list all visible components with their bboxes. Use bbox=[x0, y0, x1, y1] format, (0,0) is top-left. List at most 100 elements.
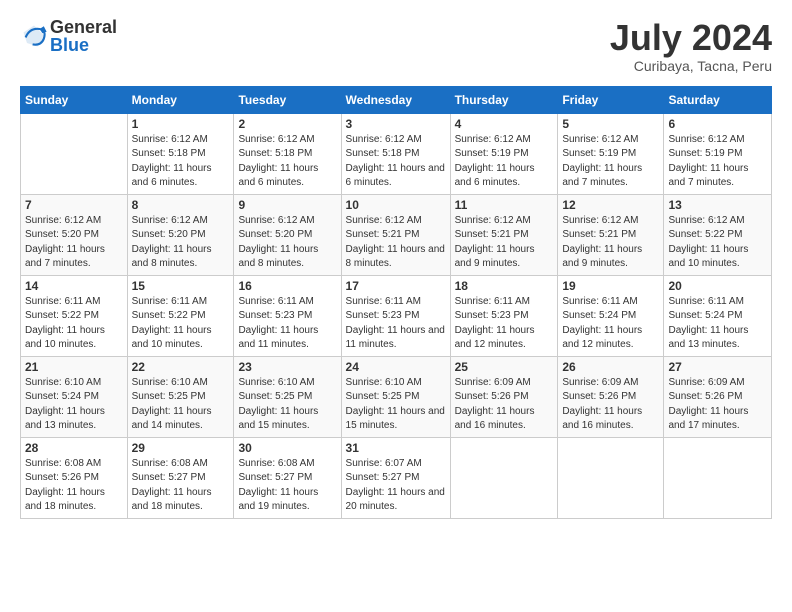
day-info: Sunrise: 6:08 AMSunset: 5:27 PMDaylight:… bbox=[238, 457, 336, 515]
day-number: 16 bbox=[238, 279, 336, 293]
day-info: Sunrise: 6:11 AMSunset: 5:23 PMDaylight:… bbox=[238, 295, 336, 353]
day-number: 3 bbox=[346, 117, 446, 131]
calendar-table: Sunday Monday Tuesday Wednesday Thursday… bbox=[20, 86, 772, 519]
day-number: 8 bbox=[132, 198, 230, 212]
day-info: Sunrise: 6:12 AMSunset: 5:19 PMDaylight:… bbox=[455, 133, 554, 191]
table-row: 25 Sunrise: 6:09 AMSunset: 5:26 PMDaylig… bbox=[450, 356, 558, 437]
day-info: Sunrise: 6:09 AMSunset: 5:26 PMDaylight:… bbox=[455, 376, 554, 434]
table-row: 21 Sunrise: 6:10 AMSunset: 5:24 PMDaylig… bbox=[21, 356, 128, 437]
table-row: 28 Sunrise: 6:08 AMSunset: 5:26 PMDaylig… bbox=[21, 437, 128, 518]
day-number: 7 bbox=[25, 198, 123, 212]
table-row bbox=[664, 437, 772, 518]
table-row: 11 Sunrise: 6:12 AMSunset: 5:21 PMDaylig… bbox=[450, 194, 558, 275]
day-info: Sunrise: 6:12 AMSunset: 5:22 PMDaylight:… bbox=[668, 214, 767, 272]
day-info: Sunrise: 6:12 AMSunset: 5:19 PMDaylight:… bbox=[668, 133, 767, 191]
day-number: 13 bbox=[668, 198, 767, 212]
day-number: 30 bbox=[238, 441, 336, 455]
table-row: 20 Sunrise: 6:11 AMSunset: 5:24 PMDaylig… bbox=[664, 275, 772, 356]
table-row: 12 Sunrise: 6:12 AMSunset: 5:21 PMDaylig… bbox=[558, 194, 664, 275]
day-info: Sunrise: 6:12 AMSunset: 5:20 PMDaylight:… bbox=[25, 214, 123, 272]
table-row: 30 Sunrise: 6:08 AMSunset: 5:27 PMDaylig… bbox=[234, 437, 341, 518]
header-thursday: Thursday bbox=[450, 86, 558, 113]
day-info: Sunrise: 6:10 AMSunset: 5:25 PMDaylight:… bbox=[238, 376, 336, 434]
day-number: 15 bbox=[132, 279, 230, 293]
day-info: Sunrise: 6:10 AMSunset: 5:25 PMDaylight:… bbox=[346, 376, 446, 434]
location: Curibaya, Tacna, Peru bbox=[610, 58, 772, 74]
table-row: 19 Sunrise: 6:11 AMSunset: 5:24 PMDaylig… bbox=[558, 275, 664, 356]
day-info: Sunrise: 6:12 AMSunset: 5:21 PMDaylight:… bbox=[562, 214, 659, 272]
table-row bbox=[21, 113, 128, 194]
table-row: 13 Sunrise: 6:12 AMSunset: 5:22 PMDaylig… bbox=[664, 194, 772, 275]
day-info: Sunrise: 6:11 AMSunset: 5:23 PMDaylight:… bbox=[346, 295, 446, 353]
table-row: 16 Sunrise: 6:11 AMSunset: 5:23 PMDaylig… bbox=[234, 275, 341, 356]
table-row: 18 Sunrise: 6:11 AMSunset: 5:23 PMDaylig… bbox=[450, 275, 558, 356]
day-number: 17 bbox=[346, 279, 446, 293]
day-info: Sunrise: 6:12 AMSunset: 5:18 PMDaylight:… bbox=[238, 133, 336, 191]
day-info: Sunrise: 6:11 AMSunset: 5:24 PMDaylight:… bbox=[562, 295, 659, 353]
day-number: 9 bbox=[238, 198, 336, 212]
logo-blue-text: Blue bbox=[50, 36, 117, 54]
logo-general-text: General bbox=[50, 18, 117, 36]
table-row: 2 Sunrise: 6:12 AMSunset: 5:18 PMDayligh… bbox=[234, 113, 341, 194]
weekday-header-row: Sunday Monday Tuesday Wednesday Thursday… bbox=[21, 86, 772, 113]
day-info: Sunrise: 6:09 AMSunset: 5:26 PMDaylight:… bbox=[668, 376, 767, 434]
day-number: 4 bbox=[455, 117, 554, 131]
title-block: July 2024 Curibaya, Tacna, Peru bbox=[610, 18, 772, 74]
table-row: 1 Sunrise: 6:12 AMSunset: 5:18 PMDayligh… bbox=[127, 113, 234, 194]
header: General Blue July 2024 Curibaya, Tacna, … bbox=[20, 18, 772, 74]
table-row bbox=[450, 437, 558, 518]
day-number: 1 bbox=[132, 117, 230, 131]
day-info: Sunrise: 6:11 AMSunset: 5:23 PMDaylight:… bbox=[455, 295, 554, 353]
day-number: 29 bbox=[132, 441, 230, 455]
table-row bbox=[558, 437, 664, 518]
day-number: 21 bbox=[25, 360, 123, 374]
logo: General Blue bbox=[20, 18, 117, 54]
day-number: 19 bbox=[562, 279, 659, 293]
header-monday: Monday bbox=[127, 86, 234, 113]
header-tuesday: Tuesday bbox=[234, 86, 341, 113]
day-number: 2 bbox=[238, 117, 336, 131]
page: General Blue July 2024 Curibaya, Tacna, … bbox=[0, 0, 792, 612]
day-info: Sunrise: 6:12 AMSunset: 5:18 PMDaylight:… bbox=[346, 133, 446, 191]
table-row: 29 Sunrise: 6:08 AMSunset: 5:27 PMDaylig… bbox=[127, 437, 234, 518]
table-row: 9 Sunrise: 6:12 AMSunset: 5:20 PMDayligh… bbox=[234, 194, 341, 275]
table-row: 24 Sunrise: 6:10 AMSunset: 5:25 PMDaylig… bbox=[341, 356, 450, 437]
day-info: Sunrise: 6:12 AMSunset: 5:21 PMDaylight:… bbox=[455, 214, 554, 272]
day-number: 31 bbox=[346, 441, 446, 455]
day-number: 6 bbox=[668, 117, 767, 131]
day-info: Sunrise: 6:12 AMSunset: 5:19 PMDaylight:… bbox=[562, 133, 659, 191]
header-friday: Friday bbox=[558, 86, 664, 113]
day-number: 24 bbox=[346, 360, 446, 374]
day-number: 28 bbox=[25, 441, 123, 455]
day-number: 23 bbox=[238, 360, 336, 374]
table-row: 10 Sunrise: 6:12 AMSunset: 5:21 PMDaylig… bbox=[341, 194, 450, 275]
table-row: 3 Sunrise: 6:12 AMSunset: 5:18 PMDayligh… bbox=[341, 113, 450, 194]
day-number: 14 bbox=[25, 279, 123, 293]
table-row: 6 Sunrise: 6:12 AMSunset: 5:19 PMDayligh… bbox=[664, 113, 772, 194]
day-info: Sunrise: 6:11 AMSunset: 5:22 PMDaylight:… bbox=[25, 295, 123, 353]
day-info: Sunrise: 6:12 AMSunset: 5:20 PMDaylight:… bbox=[238, 214, 336, 272]
day-number: 5 bbox=[562, 117, 659, 131]
header-wednesday: Wednesday bbox=[341, 86, 450, 113]
day-info: Sunrise: 6:11 AMSunset: 5:24 PMDaylight:… bbox=[668, 295, 767, 353]
table-row: 23 Sunrise: 6:10 AMSunset: 5:25 PMDaylig… bbox=[234, 356, 341, 437]
table-row: 8 Sunrise: 6:12 AMSunset: 5:20 PMDayligh… bbox=[127, 194, 234, 275]
day-info: Sunrise: 6:12 AMSunset: 5:20 PMDaylight:… bbox=[132, 214, 230, 272]
table-row: 4 Sunrise: 6:12 AMSunset: 5:19 PMDayligh… bbox=[450, 113, 558, 194]
table-row: 26 Sunrise: 6:09 AMSunset: 5:26 PMDaylig… bbox=[558, 356, 664, 437]
day-number: 18 bbox=[455, 279, 554, 293]
day-info: Sunrise: 6:08 AMSunset: 5:27 PMDaylight:… bbox=[132, 457, 230, 515]
table-row: 5 Sunrise: 6:12 AMSunset: 5:19 PMDayligh… bbox=[558, 113, 664, 194]
day-number: 26 bbox=[562, 360, 659, 374]
day-info: Sunrise: 6:11 AMSunset: 5:22 PMDaylight:… bbox=[132, 295, 230, 353]
day-number: 27 bbox=[668, 360, 767, 374]
logo-icon bbox=[20, 22, 48, 50]
header-sunday: Sunday bbox=[21, 86, 128, 113]
month-title: July 2024 bbox=[610, 18, 772, 58]
table-row: 31 Sunrise: 6:07 AMSunset: 5:27 PMDaylig… bbox=[341, 437, 450, 518]
day-number: 11 bbox=[455, 198, 554, 212]
day-number: 10 bbox=[346, 198, 446, 212]
day-number: 12 bbox=[562, 198, 659, 212]
day-info: Sunrise: 6:10 AMSunset: 5:24 PMDaylight:… bbox=[25, 376, 123, 434]
header-saturday: Saturday bbox=[664, 86, 772, 113]
